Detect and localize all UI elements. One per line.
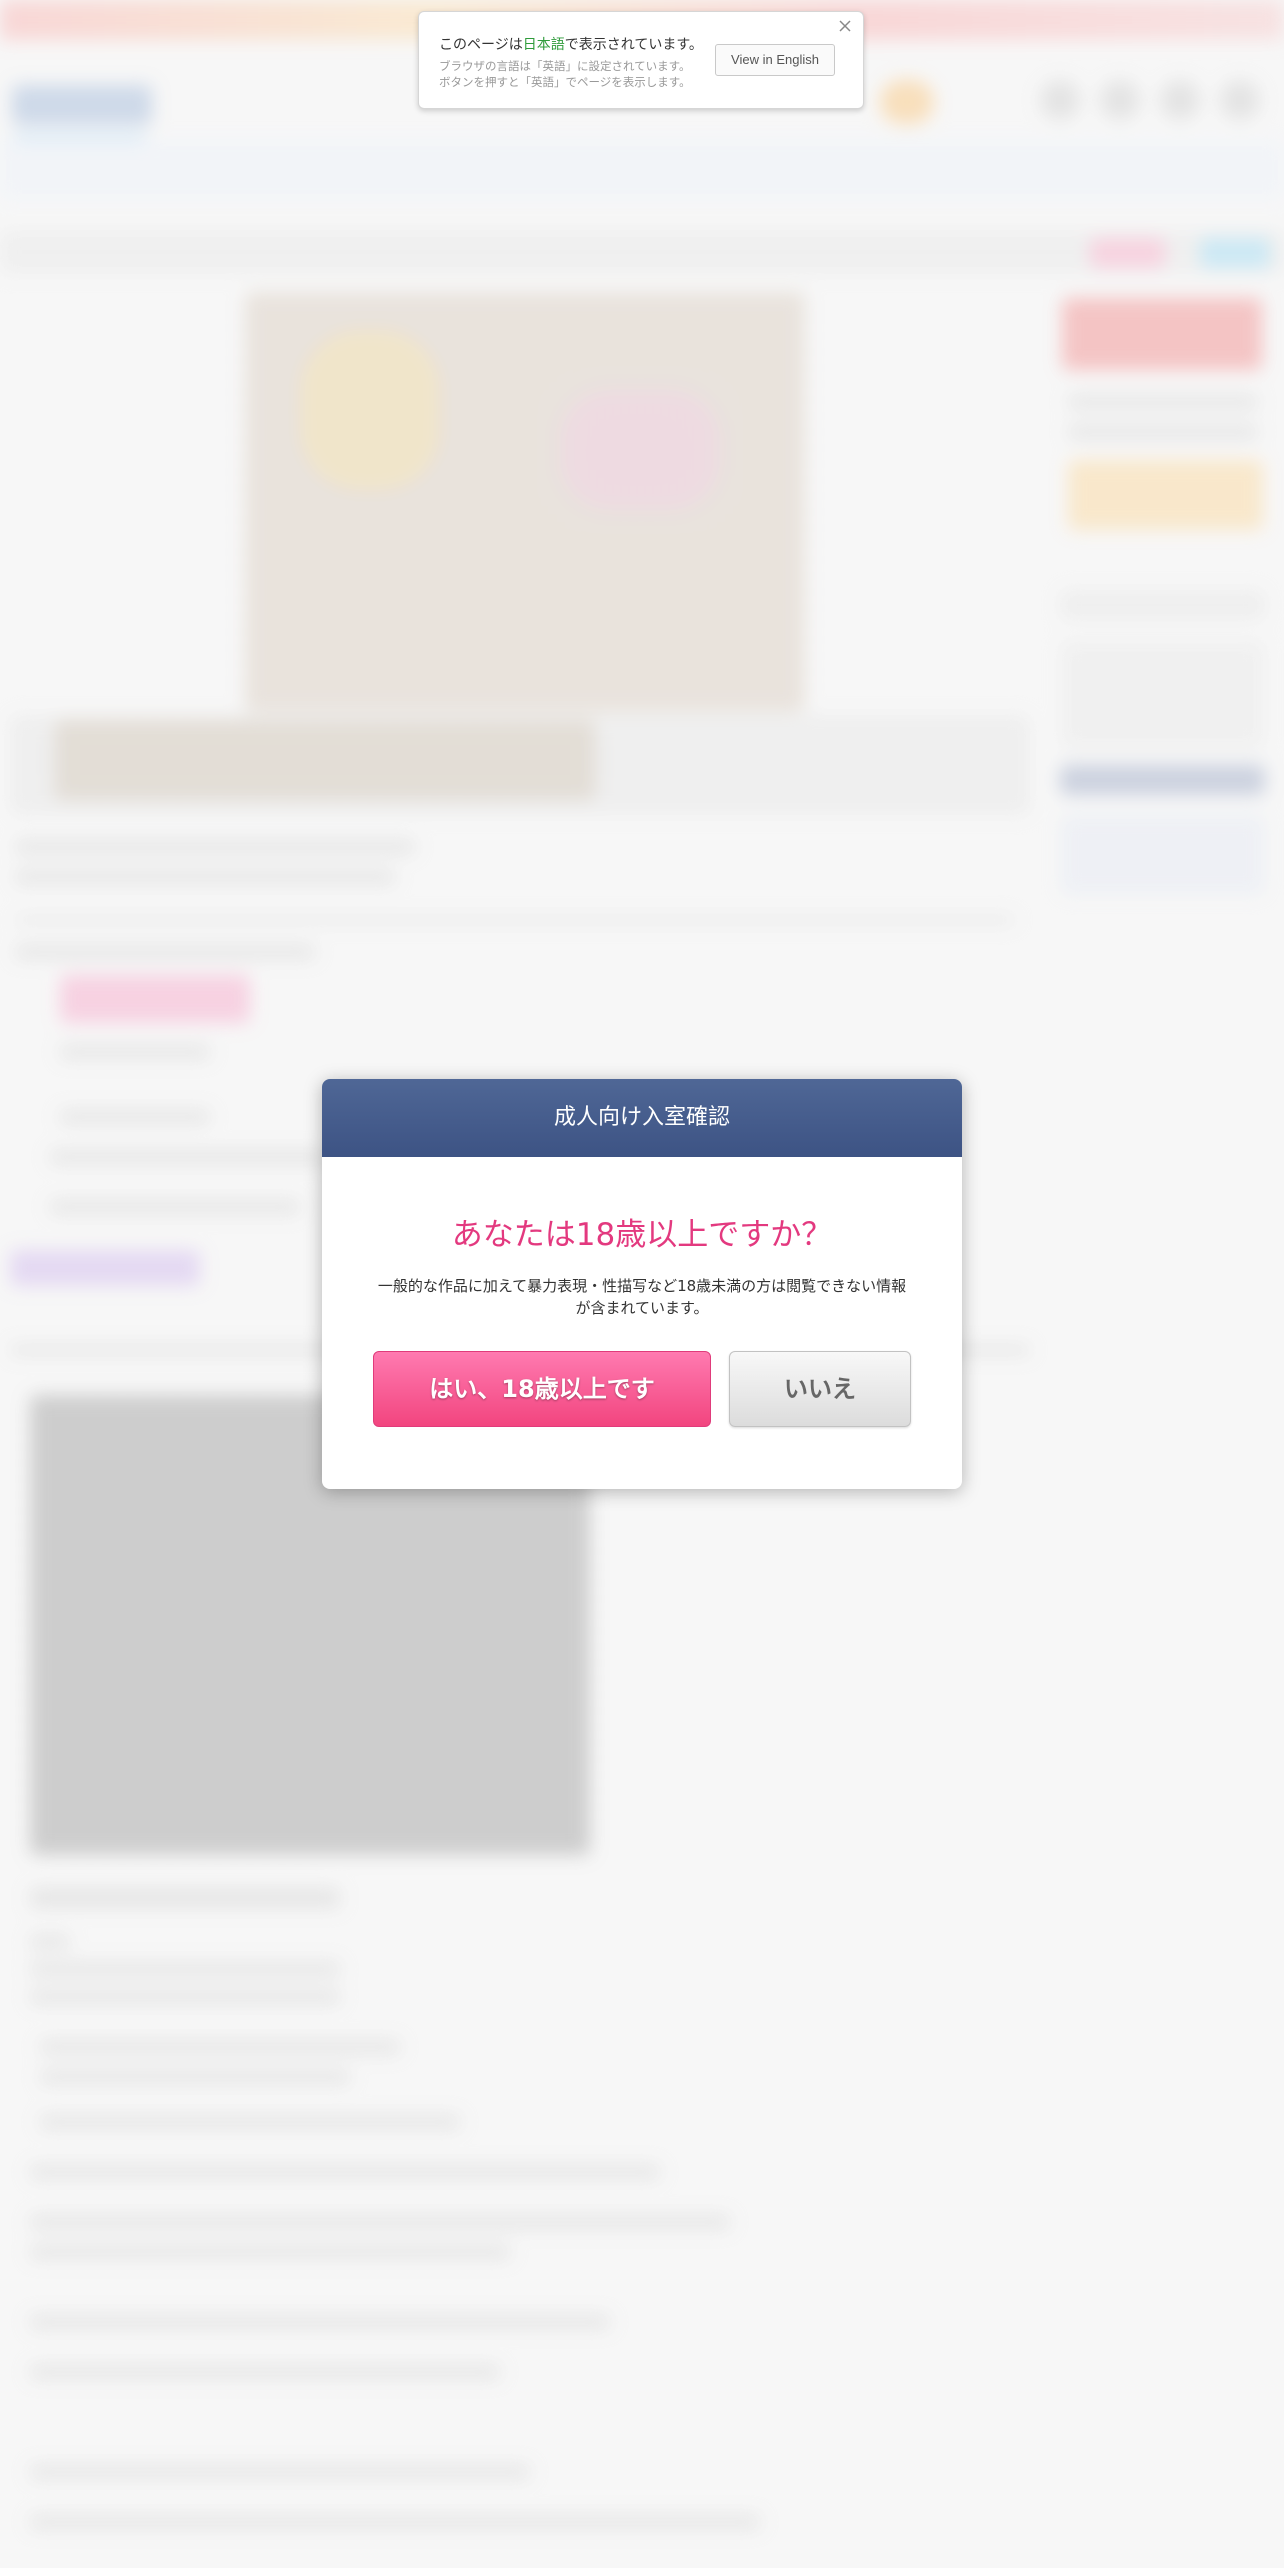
language-sub-line: ボタンを押すと「英語」でページを表示します。	[439, 75, 691, 89]
confirm-adult-button[interactable]: はい、18歳以上です	[373, 1351, 711, 1427]
language-sub-line: ブラウザの言語は「英語」に設定されています。	[439, 59, 691, 73]
age-verification-modal: 成人向け入室確認 あなたは18歳以上ですか？ 一般的な作品に加えて暴力表現・性描…	[322, 1079, 962, 1489]
view-in-english-button[interactable]: View in English	[715, 44, 835, 76]
language-message: このページは日本語で表示されています。	[439, 37, 703, 53]
decline-button[interactable]: いいえ	[729, 1351, 911, 1427]
age-question: あなたは18歳以上ですか？	[451, 1217, 833, 1253]
age-description: 一般的な作品に加えて暴力表現・性描写など18歳未満の方は閲覧できない情報が含まれ…	[377, 1277, 907, 1317]
close-icon[interactable]	[835, 16, 855, 36]
language-name: 日本語	[522, 37, 565, 53]
language-banner: このページは日本語で表示されています。 ブラウザの言語は「英語」に設定されていま…	[418, 11, 864, 109]
language-sub-message: ブラウザの言語は「英語」に設定されています。 ボタンを押すと「英語」でページを表…	[439, 58, 691, 90]
modal-title: 成人向け入室確認	[322, 1079, 962, 1157]
